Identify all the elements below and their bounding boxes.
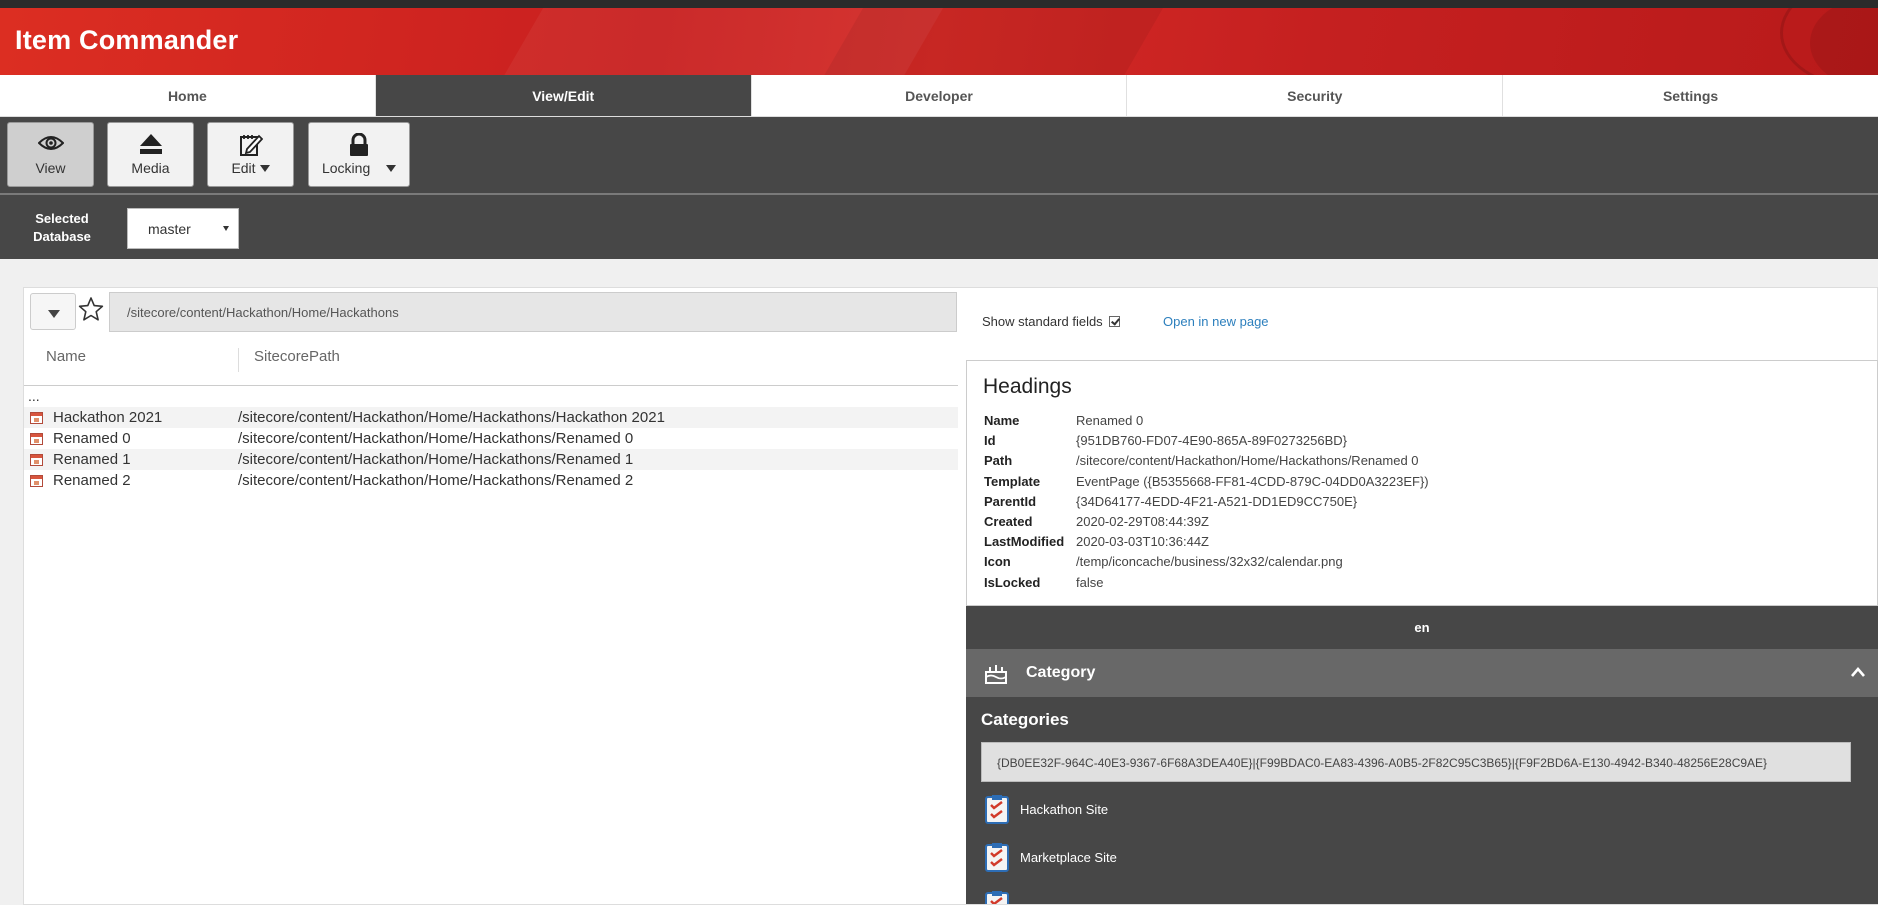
tab-security[interactable]: Security xyxy=(1127,75,1504,116)
media-label: Media xyxy=(131,160,170,176)
list-item[interactable]: Renamed 2 /sitecore/content/Hackathon/Ho… xyxy=(24,470,958,491)
chevron-down-icon xyxy=(48,310,60,318)
column-path-header[interactable]: SitecorePath xyxy=(254,348,340,365)
property-row: Icon/temp/iconcache/business/32x32/calen… xyxy=(984,554,1343,570)
show-standard-fields-label: Show standard fields xyxy=(982,314,1103,329)
checklist-icon xyxy=(984,794,1010,824)
ribbon-toolbar: View Media Edit Locking xyxy=(0,117,1878,195)
property-row: Name Renamed 0 xyxy=(984,413,1144,428)
app-title: Item Commander xyxy=(15,25,239,55)
property-row: Path/sitecore/content/Hackathon/Home/Hac… xyxy=(984,453,1419,469)
item-name: Renamed 1 xyxy=(53,451,131,468)
tab-settings[interactable]: Settings xyxy=(1503,75,1878,116)
language-tab[interactable]: en xyxy=(966,606,1878,649)
item-name: Renamed 2 xyxy=(53,472,131,489)
list-header: Name SitecorePath xyxy=(24,348,958,374)
property-row: ParentId {34D64177-4EDD-4F21-A521-DD1ED9C… xyxy=(984,493,1358,509)
headings-box: Headings Name Renamed 0 Id {951DB760-FD07-… xyxy=(966,360,1878,606)
tab-home[interactable]: Home xyxy=(0,75,376,116)
app-header: Item Commander xyxy=(0,8,1878,75)
property-row: IsLocked false xyxy=(984,574,1104,590)
chevron-down-icon xyxy=(223,226,229,231)
item-path: /sitecore/content/Hackathon/Home/Hackath… xyxy=(238,472,634,489)
header-decoration xyxy=(1810,8,1878,75)
calendar-icon xyxy=(30,433,43,445)
property-row: LastModified 2020-03-03T10:36:44Z xyxy=(984,534,1209,550)
path-input[interactable]: /sitecore/content/Hackathon/Home/Hackath… xyxy=(109,292,957,332)
chevron-down-icon xyxy=(259,164,270,172)
column-divider[interactable] xyxy=(238,348,239,372)
list-item[interactable]: Renamed 1 /sitecore/content/Hackathon/Ho… xyxy=(24,449,958,470)
calendar-icon xyxy=(30,454,43,466)
category-section-body: Categories {DB0EE32F-964C-40E3-9367-6F68… xyxy=(966,697,1878,904)
database-label: Selected Database xyxy=(33,211,91,244)
item-properties: Name Renamed 0 Id {951DB760-FD07-4E90-865A… xyxy=(984,411,1429,593)
calendar-icon xyxy=(30,475,43,487)
property-row: Created 2020-02-29T08:44:39Z xyxy=(984,513,1209,529)
column-name-header[interactable]: Name xyxy=(46,348,86,365)
section-title: Category xyxy=(1026,664,1096,681)
list-item[interactable]: Hackathon 2021 /sitecore/content/Hackath… xyxy=(24,407,958,428)
category-item-label: Marketplace Site xyxy=(1020,849,1117,865)
locking-button[interactable]: Locking xyxy=(308,122,410,187)
view-button[interactable]: View xyxy=(7,122,94,187)
calendar-icon xyxy=(30,412,43,424)
category-item[interactable] xyxy=(984,890,1010,904)
item-name: Hackathon 2021 xyxy=(53,409,163,426)
lock-icon xyxy=(349,132,369,160)
main-tabs: Home View/Edit Developer Security Settin… xyxy=(0,75,1878,117)
tab-developer[interactable]: Developer xyxy=(752,75,1128,116)
divider xyxy=(24,385,958,386)
details-panel: Show standard fields Open in new page He… xyxy=(966,288,1878,904)
headings-title: Headings xyxy=(983,375,1072,398)
item-list: Hackathon 2021 /sitecore/content/Hackath… xyxy=(24,407,958,491)
tab-view-edit[interactable]: View/Edit xyxy=(375,75,752,116)
category-item-label: Hackathon Site xyxy=(1020,801,1109,817)
category-item[interactable]: Hackathon Site xyxy=(984,794,1108,824)
view-label: View xyxy=(35,160,66,176)
edit-button[interactable]: Edit xyxy=(207,122,294,187)
database-selected-value: master xyxy=(148,221,191,237)
item-path: /sitecore/content/Hackathon/Home/Hackath… xyxy=(238,451,634,468)
chevron-down-icon xyxy=(386,164,397,172)
database-bar: Selected Database master xyxy=(0,195,1878,259)
open-in-new-page-link[interactable]: Open in new page xyxy=(1163,314,1269,329)
edit-icon xyxy=(239,133,263,160)
field-title: Categories xyxy=(981,710,1069,729)
property-row: Template EventPage ({B5355668-FF81-4CDD-8… xyxy=(984,473,1429,489)
navigator-menu-button[interactable] xyxy=(30,293,76,330)
item-path: /sitecore/content/Hackathon/Home/Hackath… xyxy=(238,409,665,426)
checklist-icon xyxy=(984,890,1010,904)
eject-icon xyxy=(139,133,163,158)
media-button[interactable]: Media xyxy=(107,122,194,187)
item-path: /sitecore/content/Hackathon/Home/Hackath… xyxy=(238,430,634,447)
edit-label: Edit xyxy=(231,160,256,176)
main-content: /sitecore/content/Hackathon/Home/Hackath… xyxy=(23,287,1878,905)
show-standard-fields: Show standard fields xyxy=(982,314,1120,329)
star-icon[interactable] xyxy=(78,296,108,326)
categories-field-input[interactable]: {DB0EE32F-964C-40E3-9367-6F68A3DEA40E}|{… xyxy=(981,742,1851,782)
cake-icon xyxy=(984,662,1008,689)
category-item[interactable]: Marketplace Site xyxy=(984,842,1117,872)
parent-item[interactable]: ... xyxy=(28,388,40,404)
database-select[interactable]: master xyxy=(127,208,239,249)
item-name: Renamed 0 xyxy=(53,430,131,447)
checklist-icon xyxy=(984,842,1010,872)
list-item[interactable]: Renamed 0 /sitecore/content/Hackathon/Ho… xyxy=(24,428,958,449)
top-strip xyxy=(0,0,1878,8)
show-standard-fields-checkbox[interactable] xyxy=(1108,316,1120,327)
category-section-header[interactable]: Category xyxy=(966,649,1878,697)
property-row: Id {951DB760-FD07-4E90-865A-89F0273256BD} xyxy=(984,433,1348,449)
eye-icon xyxy=(37,133,64,156)
locking-label: Locking xyxy=(321,160,371,176)
chevron-up-icon[interactable] xyxy=(1850,665,1866,683)
